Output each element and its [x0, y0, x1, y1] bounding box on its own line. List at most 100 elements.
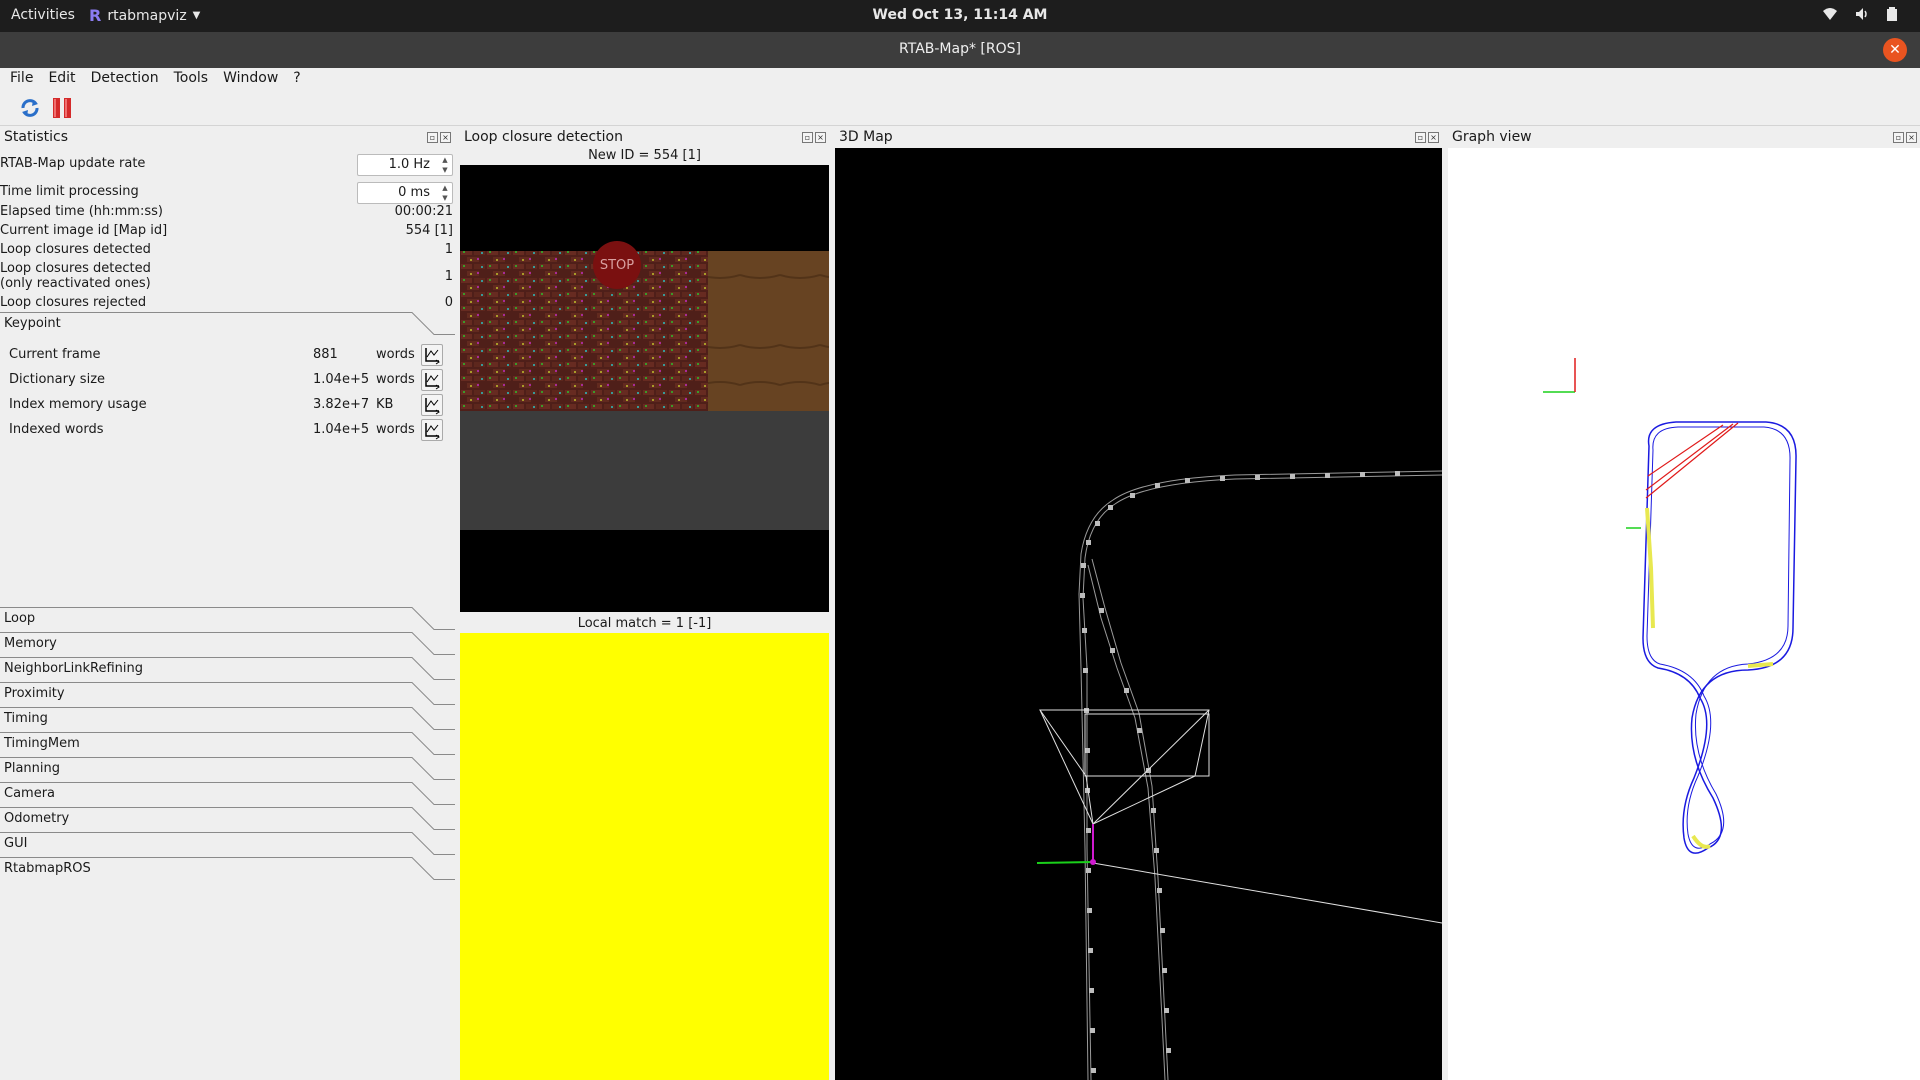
- menu-detection[interactable]: Detection: [91, 68, 166, 90]
- kp-value: 1.04e+5: [313, 372, 370, 387]
- time-limit-label: Time limit processing: [0, 184, 139, 199]
- menu-window[interactable]: Window: [223, 68, 285, 90]
- section-tab-shape: [0, 832, 455, 855]
- keypoint-row-dictionary-size: Dictionary size 1.04e+5 words: [0, 369, 455, 391]
- section-keypoint[interactable]: Keypoint: [0, 312, 455, 336]
- keypoint-row-index-memory: Index memory usage 3.82e+7 KB: [0, 394, 455, 416]
- wifi-icon[interactable]: [1822, 6, 1838, 26]
- section-planning[interactable]: Planning: [0, 757, 455, 781]
- plot-chart-icon[interactable]: [421, 419, 443, 441]
- section-label: Odometry: [4, 811, 70, 826]
- section-rtabmapros[interactable]: RtabmapROS: [0, 857, 455, 881]
- spin-arrows-icon[interactable]: ▲ ▼: [438, 155, 452, 175]
- volume-icon[interactable]: [1854, 6, 1870, 26]
- section-odometry[interactable]: Odometry: [0, 807, 455, 831]
- section-label: NeighborLinkRefining: [4, 661, 143, 676]
- pause-icon[interactable]: [50, 96, 74, 120]
- float-icon[interactable]: ▫: [802, 132, 813, 143]
- section-tab-shape: [0, 757, 455, 780]
- loop-closure-dock-buttons: ▫ ×: [802, 132, 826, 143]
- update-rate-value: 1.0 Hz: [388, 157, 430, 172]
- float-icon[interactable]: ▫: [427, 132, 438, 143]
- loops-reactivated-label: Loop closures detected (only reactivated…: [0, 261, 151, 291]
- section-tab-shape: [0, 632, 455, 655]
- plot-chart-icon[interactable]: [421, 369, 443, 391]
- close-icon[interactable]: ×: [1906, 132, 1917, 143]
- graph-view-panel-title: Graph view: [1452, 129, 1532, 145]
- plot-chart-icon[interactable]: [421, 344, 443, 366]
- time-limit-row: Time limit processing 0 ms ▲ ▼: [0, 180, 455, 204]
- loops-detected-value: 1: [444, 242, 453, 257]
- section-keypoint-label: Keypoint: [4, 316, 61, 331]
- loop-closure-panel-title: Loop closure detection: [464, 129, 623, 145]
- menu-edit[interactable]: Edit: [48, 68, 82, 90]
- section-loop[interactable]: Loop: [0, 607, 455, 631]
- time-limit-spinbox[interactable]: 0 ms ▲ ▼: [357, 182, 453, 204]
- section-label: RtabmapROS: [4, 861, 91, 876]
- loops-reactivated-label-line2: (only reactivated ones): [0, 276, 151, 291]
- spin-arrows-icon[interactable]: ▲ ▼: [438, 183, 452, 203]
- graph-view[interactable]: [1448, 148, 1920, 1080]
- loops-rejected-label: Loop closures rejected: [0, 295, 147, 310]
- section-neighborlinkrefining[interactable]: NeighborLinkRefining: [0, 657, 455, 681]
- loops-rejected-value: 0: [444, 295, 453, 310]
- statistics-panel: RTAB-Map update rate 1.0 Hz ▲ ▼ Time limi…: [0, 148, 455, 1080]
- menu-file[interactable]: File: [10, 68, 40, 90]
- toolbar: [0, 90, 1920, 126]
- float-icon[interactable]: ▫: [1893, 132, 1904, 143]
- system-top-bar: Activities R rtabmapviz ▼ Wed Oct 13, 11…: [0, 0, 1920, 32]
- section-tab-shape: [0, 682, 455, 705]
- kp-value: 881: [313, 347, 338, 362]
- kp-unit: words: [376, 422, 415, 437]
- close-icon[interactable]: ×: [440, 132, 451, 143]
- section-timingmem[interactable]: TimingMem: [0, 732, 455, 756]
- loops-reactivated-value: 1: [444, 269, 453, 284]
- section-tab-shape: [0, 607, 455, 630]
- section-label: GUI: [4, 836, 28, 851]
- elapsed-time-value: 00:00:21: [394, 204, 453, 219]
- kp-unit: words: [376, 347, 415, 362]
- menu-bar: File Edit Detection Tools Window ?: [0, 68, 1920, 90]
- update-rate-spinbox[interactable]: 1.0 Hz ▲ ▼: [357, 154, 453, 176]
- plot-chart-icon[interactable]: [421, 394, 443, 416]
- new-id-caption: New ID = 554 [1]: [588, 148, 701, 163]
- graph-canvas: [1543, 358, 1797, 854]
- section-label: Memory: [4, 636, 57, 651]
- local-match-caption: Local match = 1 [-1]: [577, 616, 712, 631]
- window-close-button[interactable]: ✕: [1883, 38, 1907, 62]
- section-proximity[interactable]: Proximity: [0, 682, 455, 706]
- close-icon[interactable]: ×: [1428, 132, 1439, 143]
- update-rate-row: RTAB-Map update rate 1.0 Hz ▲ ▼: [0, 152, 455, 176]
- section-label: Loop: [4, 611, 36, 626]
- section-timing[interactable]: Timing: [0, 707, 455, 731]
- window-title-bar: RTAB-Map* [ROS] ✕: [0, 32, 1920, 68]
- window-title: RTAB-Map* [ROS]: [899, 41, 1021, 57]
- image-id-value: 554 [1]: [405, 223, 453, 238]
- loop-match-image-view[interactable]: [460, 633, 829, 1080]
- kp-unit: KB: [376, 397, 394, 412]
- update-rate-label: RTAB-Map update rate: [0, 156, 146, 171]
- refresh-icon[interactable]: [18, 96, 42, 120]
- menu-tools[interactable]: Tools: [174, 68, 216, 90]
- map3d-view[interactable]: [835, 148, 1442, 1080]
- camera-image: STOP: [460, 241, 829, 530]
- section-memory[interactable]: Memory: [0, 632, 455, 656]
- close-icon[interactable]: ×: [815, 132, 826, 143]
- section-tab-shape: [0, 782, 455, 805]
- clock[interactable]: Wed Oct 13, 11:14 AM: [0, 7, 1920, 23]
- kp-unit: words: [376, 372, 415, 387]
- map3d-panel-title: 3D Map: [839, 129, 893, 145]
- section-camera[interactable]: Camera: [0, 782, 455, 806]
- image-id-label: Current image id [Map id]: [0, 223, 168, 238]
- section-gui[interactable]: GUI: [0, 832, 455, 856]
- loops-detected-label: Loop closures detected: [0, 242, 151, 257]
- battery-icon[interactable]: [1886, 6, 1898, 26]
- keypoint-row-indexed-words: Indexed words 1.04e+5 words: [0, 419, 455, 441]
- section-tab-shape: [0, 707, 455, 730]
- float-icon[interactable]: ▫: [1415, 132, 1426, 143]
- new-image-view[interactable]: STOP: [460, 165, 829, 612]
- section-label: Proximity: [4, 686, 65, 701]
- system-tray[interactable]: [1822, 6, 1898, 26]
- menu-help[interactable]: ?: [293, 68, 307, 90]
- map3d-canvas: [1036, 470, 1442, 1080]
